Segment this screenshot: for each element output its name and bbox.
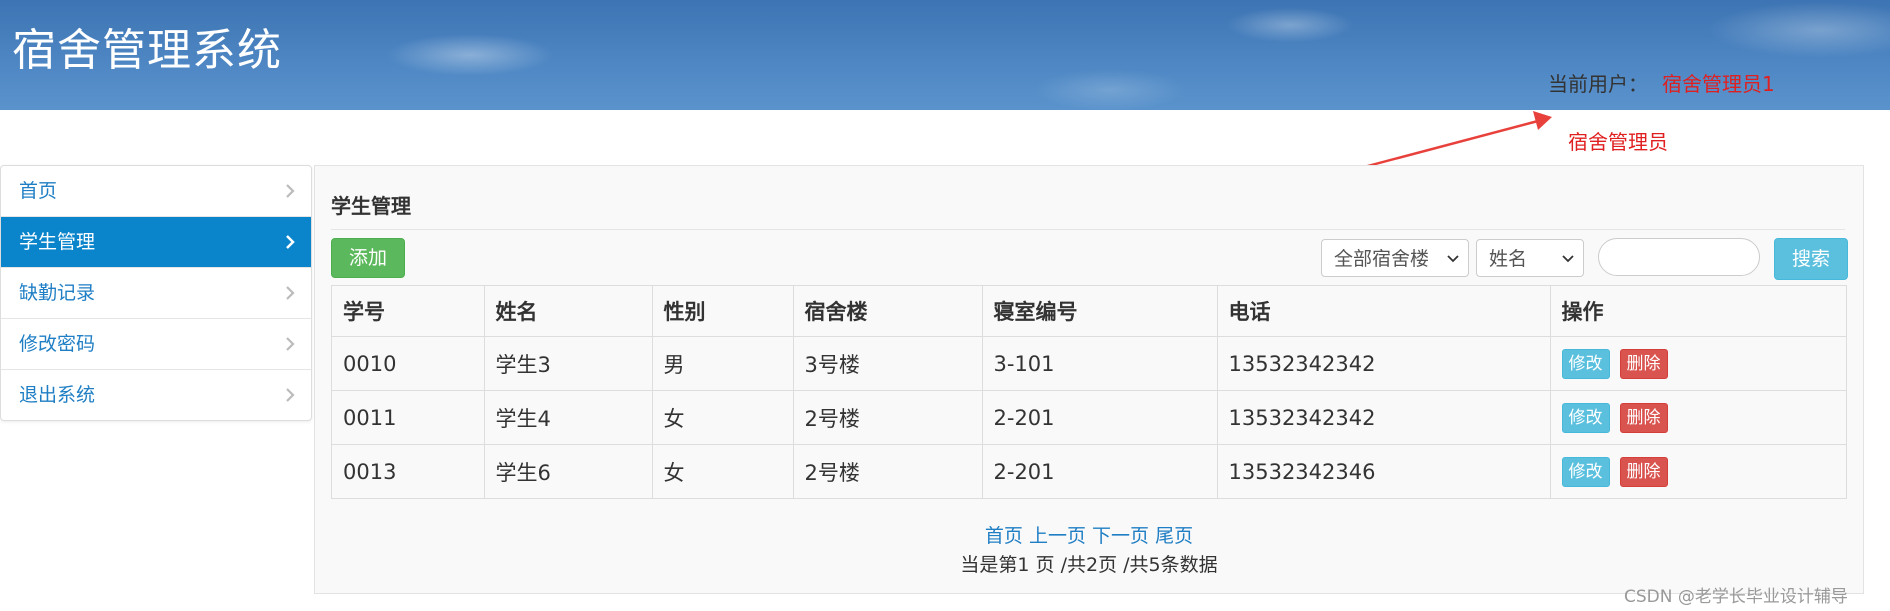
pagination: 首页 上一页 下一页 尾页 — [315, 521, 1863, 548]
sidebar-item-student-management[interactable]: 学生管理 — [1, 217, 311, 268]
sidebar-nav: 首页 学生管理 缺勤记录 修改密码 退出系统 — [0, 165, 312, 421]
sidebar-item-change-password[interactable]: 修改密码 — [1, 319, 311, 370]
sidebar-item-label: 首页 — [19, 180, 58, 202]
delete-button[interactable]: 删除 — [1619, 348, 1668, 379]
edit-button[interactable]: 修改 — [1561, 456, 1610, 487]
column-header[interactable]: 性别 — [652, 286, 794, 337]
student-table: 学号 姓名 性别 宿舍楼 寝室编号 电话 操作 0010 学生3 男 3号楼 3… — [331, 285, 1847, 499]
cell-room: 2-201 — [982, 390, 1218, 445]
main-panel: 学生管理 添加 全部宿舍楼 姓名 搜索 学号 姓名 性别 宿舍楼 寝室编号 电话 — [314, 165, 1864, 594]
search-input[interactable] — [1598, 238, 1760, 276]
cell-building: 2号楼 — [793, 390, 983, 445]
sidebar-item-label: 学生管理 — [19, 231, 96, 253]
cell-building: 3号楼 — [793, 336, 983, 391]
sidebar-item-label: 修改密码 — [19, 333, 96, 355]
cell-phone: 13532342342 — [1217, 336, 1551, 391]
table-header-row: 学号 姓名 性别 宿舍楼 寝室编号 电话 操作 — [332, 286, 1846, 337]
pager-last-link[interactable]: 尾页 — [1155, 525, 1193, 547]
edit-button[interactable]: 修改 — [1561, 402, 1610, 433]
sidebar-item-logout[interactable]: 退出系统 — [1, 370, 311, 420]
cell-gender: 男 — [652, 336, 794, 391]
column-header[interactable]: 寝室编号 — [982, 286, 1218, 337]
table-row: 0011 学生4 女 2号楼 2-201 13532342342 修改 删除 — [332, 390, 1846, 445]
search-button[interactable]: 搜索 — [1774, 238, 1848, 280]
cell-student-id: 0011 — [332, 390, 485, 445]
cell-actions: 修改 删除 — [1550, 336, 1846, 391]
pager-next-link[interactable]: 下一页 — [1092, 525, 1149, 547]
chevron-right-icon — [286, 235, 295, 249]
column-header: 操作 — [1550, 286, 1846, 337]
cell-room: 3-101 — [982, 336, 1218, 391]
sidebar-item-label: 缺勤记录 — [19, 282, 96, 304]
pager-prev-link[interactable]: 上一页 — [1029, 525, 1086, 547]
edit-button[interactable]: 修改 — [1561, 348, 1610, 379]
cell-name: 学生6 — [484, 444, 653, 498]
cell-room: 2-201 — [982, 444, 1218, 498]
table-row: 0013 学生6 女 2号楼 2-201 13532342346 修改 删除 — [332, 444, 1846, 499]
chevron-right-icon — [286, 286, 295, 300]
sidebar-item-label: 退出系统 — [19, 384, 96, 406]
cell-building: 2号楼 — [793, 444, 983, 498]
cell-gender: 女 — [652, 444, 794, 498]
column-header[interactable]: 学号 — [332, 286, 485, 337]
pager-first-link[interactable]: 首页 — [985, 525, 1023, 547]
cell-name: 学生4 — [484, 390, 653, 445]
chevron-down-icon — [1562, 255, 1574, 263]
add-button[interactable]: 添加 — [331, 238, 405, 278]
cell-phone: 13532342346 — [1217, 444, 1551, 498]
cell-student-id: 0013 — [332, 444, 485, 498]
table-row: 0010 学生3 男 3号楼 3-101 13532342342 修改 删除 — [332, 336, 1846, 391]
sidebar-item-home[interactable]: 首页 — [1, 166, 311, 217]
column-header[interactable]: 电话 — [1217, 286, 1551, 337]
chevron-down-icon — [1447, 255, 1459, 263]
annotation-label: 宿舍管理员 — [1568, 130, 1668, 154]
page-title: 学生管理 — [331, 194, 411, 218]
cell-phone: 13532342342 — [1217, 390, 1551, 445]
building-select[interactable]: 全部宿舍楼 — [1321, 239, 1469, 277]
chevron-right-icon — [286, 388, 295, 402]
delete-button[interactable]: 删除 — [1619, 456, 1668, 487]
column-header[interactable]: 姓名 — [484, 286, 653, 337]
cell-actions: 修改 删除 — [1550, 445, 1846, 499]
cell-student-id: 0010 — [332, 336, 485, 391]
delete-button[interactable]: 删除 — [1619, 402, 1668, 433]
watermark: CSDN @老学长毕业设计辅导 — [1624, 587, 1848, 607]
cell-actions: 修改 删除 — [1550, 390, 1846, 445]
chevron-right-icon — [286, 184, 295, 198]
title-divider — [331, 229, 1845, 230]
search-field-value: 姓名 — [1489, 248, 1528, 270]
cell-gender: 女 — [652, 390, 794, 445]
search-field-select[interactable]: 姓名 — [1476, 239, 1584, 277]
chevron-right-icon — [286, 337, 295, 351]
column-header[interactable]: 宿舍楼 — [793, 286, 983, 337]
sidebar-item-absence-records[interactable]: 缺勤记录 — [1, 268, 311, 319]
pager-info: 当是第1 页 /共2页 /共5条数据 — [960, 554, 1218, 576]
cell-name: 学生3 — [484, 336, 653, 391]
building-select-value: 全部宿舍楼 — [1334, 248, 1430, 270]
